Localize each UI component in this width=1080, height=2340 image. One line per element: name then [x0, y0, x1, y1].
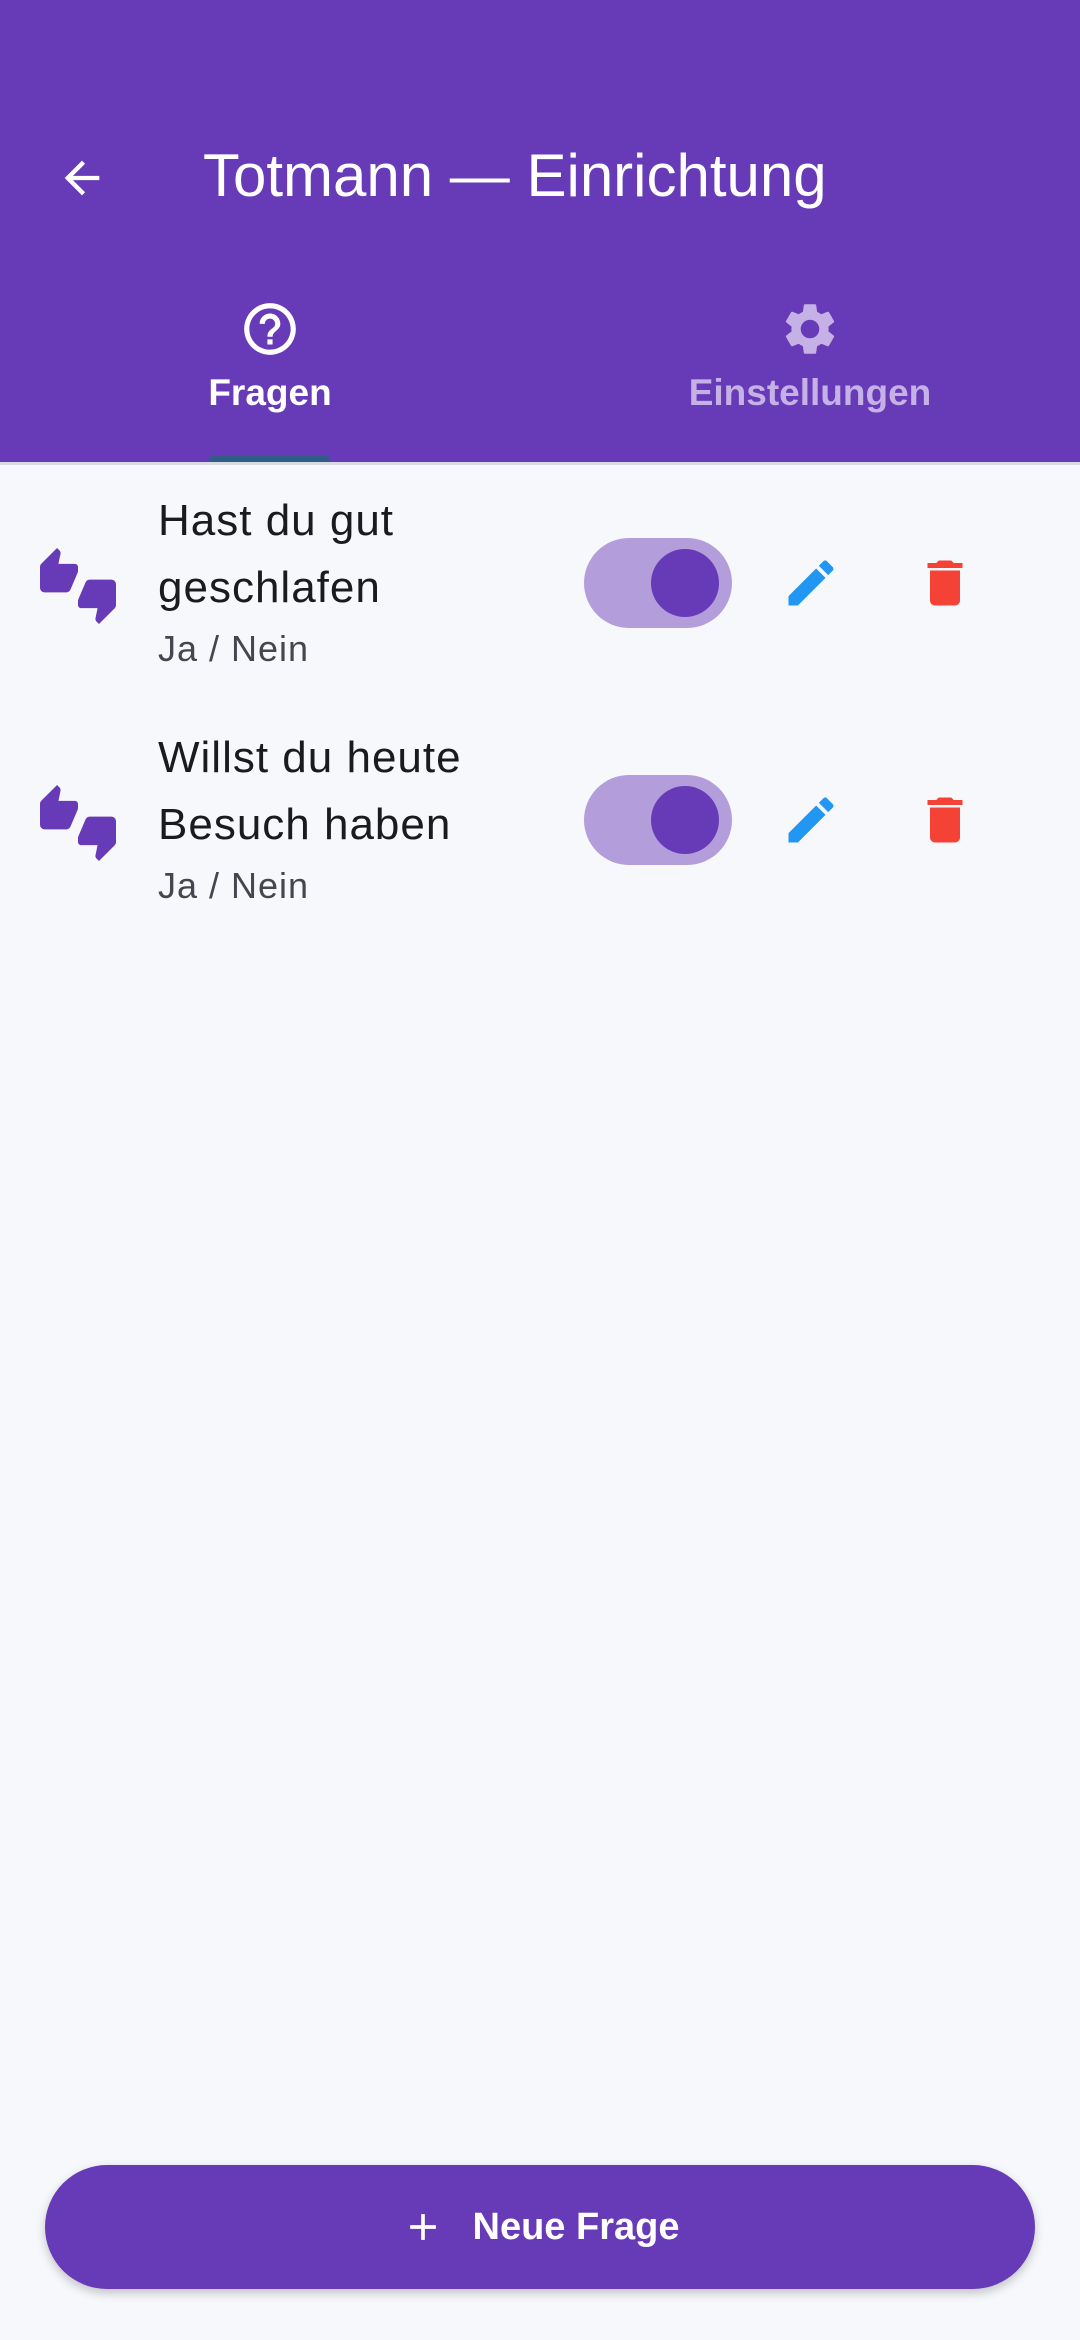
question-title-line: Willst du heute	[158, 733, 462, 782]
thumbs-up-down-icon	[40, 548, 116, 624]
question-title-line: Besuch haben	[158, 800, 452, 849]
tab-einstellungen-label: Einstellungen	[688, 372, 932, 413]
question-toggle[interactable]	[584, 775, 732, 865]
thumbs-up-down-icon	[40, 785, 116, 861]
question-title-line: Hast du gut	[158, 496, 395, 545]
app-bar: Totmann — Einrichtung Fragen Einstellung…	[0, 0, 1080, 462]
help-circle-icon	[239, 296, 301, 362]
page-title: Totmann — Einrichtung	[203, 142, 827, 209]
edit-button[interactable]	[763, 535, 859, 631]
trash-icon	[927, 797, 963, 843]
list-item[interactable]: Willst du heute Besuch haben Ja / Nein	[0, 712, 1080, 948]
question-type: Ja / Nein	[158, 628, 310, 669]
pencil-icon	[788, 797, 834, 843]
tab-einstellungen[interactable]: Einstellungen	[540, 290, 1080, 462]
question-title-line: geschlafen	[158, 563, 381, 612]
plus-icon	[409, 2214, 436, 2240]
new-question-label: Neue Frage	[472, 2205, 680, 2248]
toggle-knob	[651, 549, 719, 617]
toggle-knob	[651, 786, 719, 854]
new-question-button[interactable]: Neue Frage	[45, 2165, 1035, 2289]
delete-button[interactable]	[897, 772, 993, 868]
gear-icon	[779, 296, 841, 362]
question-toggle[interactable]	[584, 538, 732, 628]
question-type: Ja / Nein	[158, 865, 310, 906]
pencil-icon	[788, 560, 834, 606]
arrow-back-icon	[64, 160, 100, 196]
tab-fragen-label: Fragen	[208, 372, 332, 413]
trash-icon	[927, 560, 963, 606]
list-item[interactable]: Hast du gut geschlafen Ja / Nein	[0, 475, 1080, 711]
delete-button[interactable]	[897, 535, 993, 631]
back-button[interactable]	[34, 130, 130, 226]
edit-button[interactable]	[763, 772, 859, 868]
divider	[0, 462, 1080, 465]
tab-fragen[interactable]: Fragen	[0, 290, 540, 462]
